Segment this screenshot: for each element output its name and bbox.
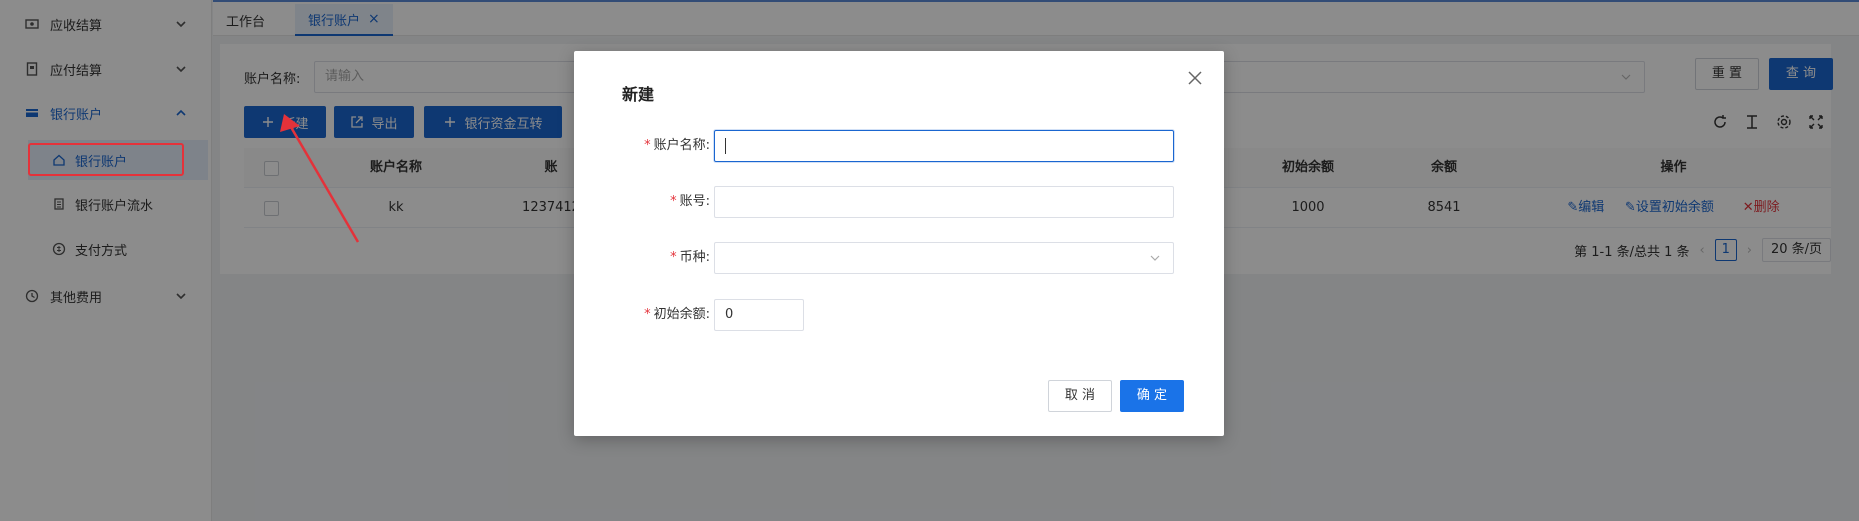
account-no-input[interactable]: [714, 186, 1174, 218]
field-value: 0: [725, 307, 734, 322]
initial-balance-label: * 初始余额:: [644, 299, 710, 331]
annotation-arrow-icon: [280, 114, 360, 243]
required-mark: *: [670, 250, 677, 265]
close-icon[interactable]: [1186, 69, 1204, 87]
required-mark: *: [670, 194, 677, 209]
field-label-text: 账号:: [679, 194, 710, 209]
form-row-initial-balance: * 初始余额: 0: [574, 299, 1224, 331]
currency-label: * 币种:: [670, 242, 710, 274]
account-name-label: * 账户名称:: [644, 130, 710, 162]
chevron-down-icon: [1150, 255, 1160, 261]
initial-balance-input[interactable]: 0: [714, 299, 804, 331]
field-label-text: 账户名称:: [653, 138, 710, 153]
text-cursor: [725, 137, 726, 154]
form-row-currency: * 币种:: [574, 242, 1224, 274]
account-no-label: * 账号:: [670, 186, 710, 218]
field-label-text: 币种:: [679, 250, 710, 265]
account-name-input[interactable]: [714, 130, 1174, 162]
field-label-text: 初始余额:: [653, 307, 710, 322]
cancel-button[interactable]: 取 消: [1048, 380, 1112, 412]
currency-select[interactable]: [714, 242, 1174, 274]
required-mark: *: [644, 307, 651, 322]
dialog-title: 新建: [622, 85, 655, 104]
form-row-account-name: * 账户名称:: [574, 130, 1224, 162]
app-root: 应收结算 应付结算 银行账户 银行账户 银行账户流水 支付方式 其他费用 工作台…: [0, 0, 1859, 521]
new-account-dialog: 新建 * 账户名称: * 账号: * 币种: * 初始余额: 0 取 消 确 定: [574, 51, 1224, 436]
required-mark: *: [644, 138, 651, 153]
form-row-account-no: * 账号:: [574, 186, 1224, 218]
confirm-button[interactable]: 确 定: [1120, 380, 1184, 412]
